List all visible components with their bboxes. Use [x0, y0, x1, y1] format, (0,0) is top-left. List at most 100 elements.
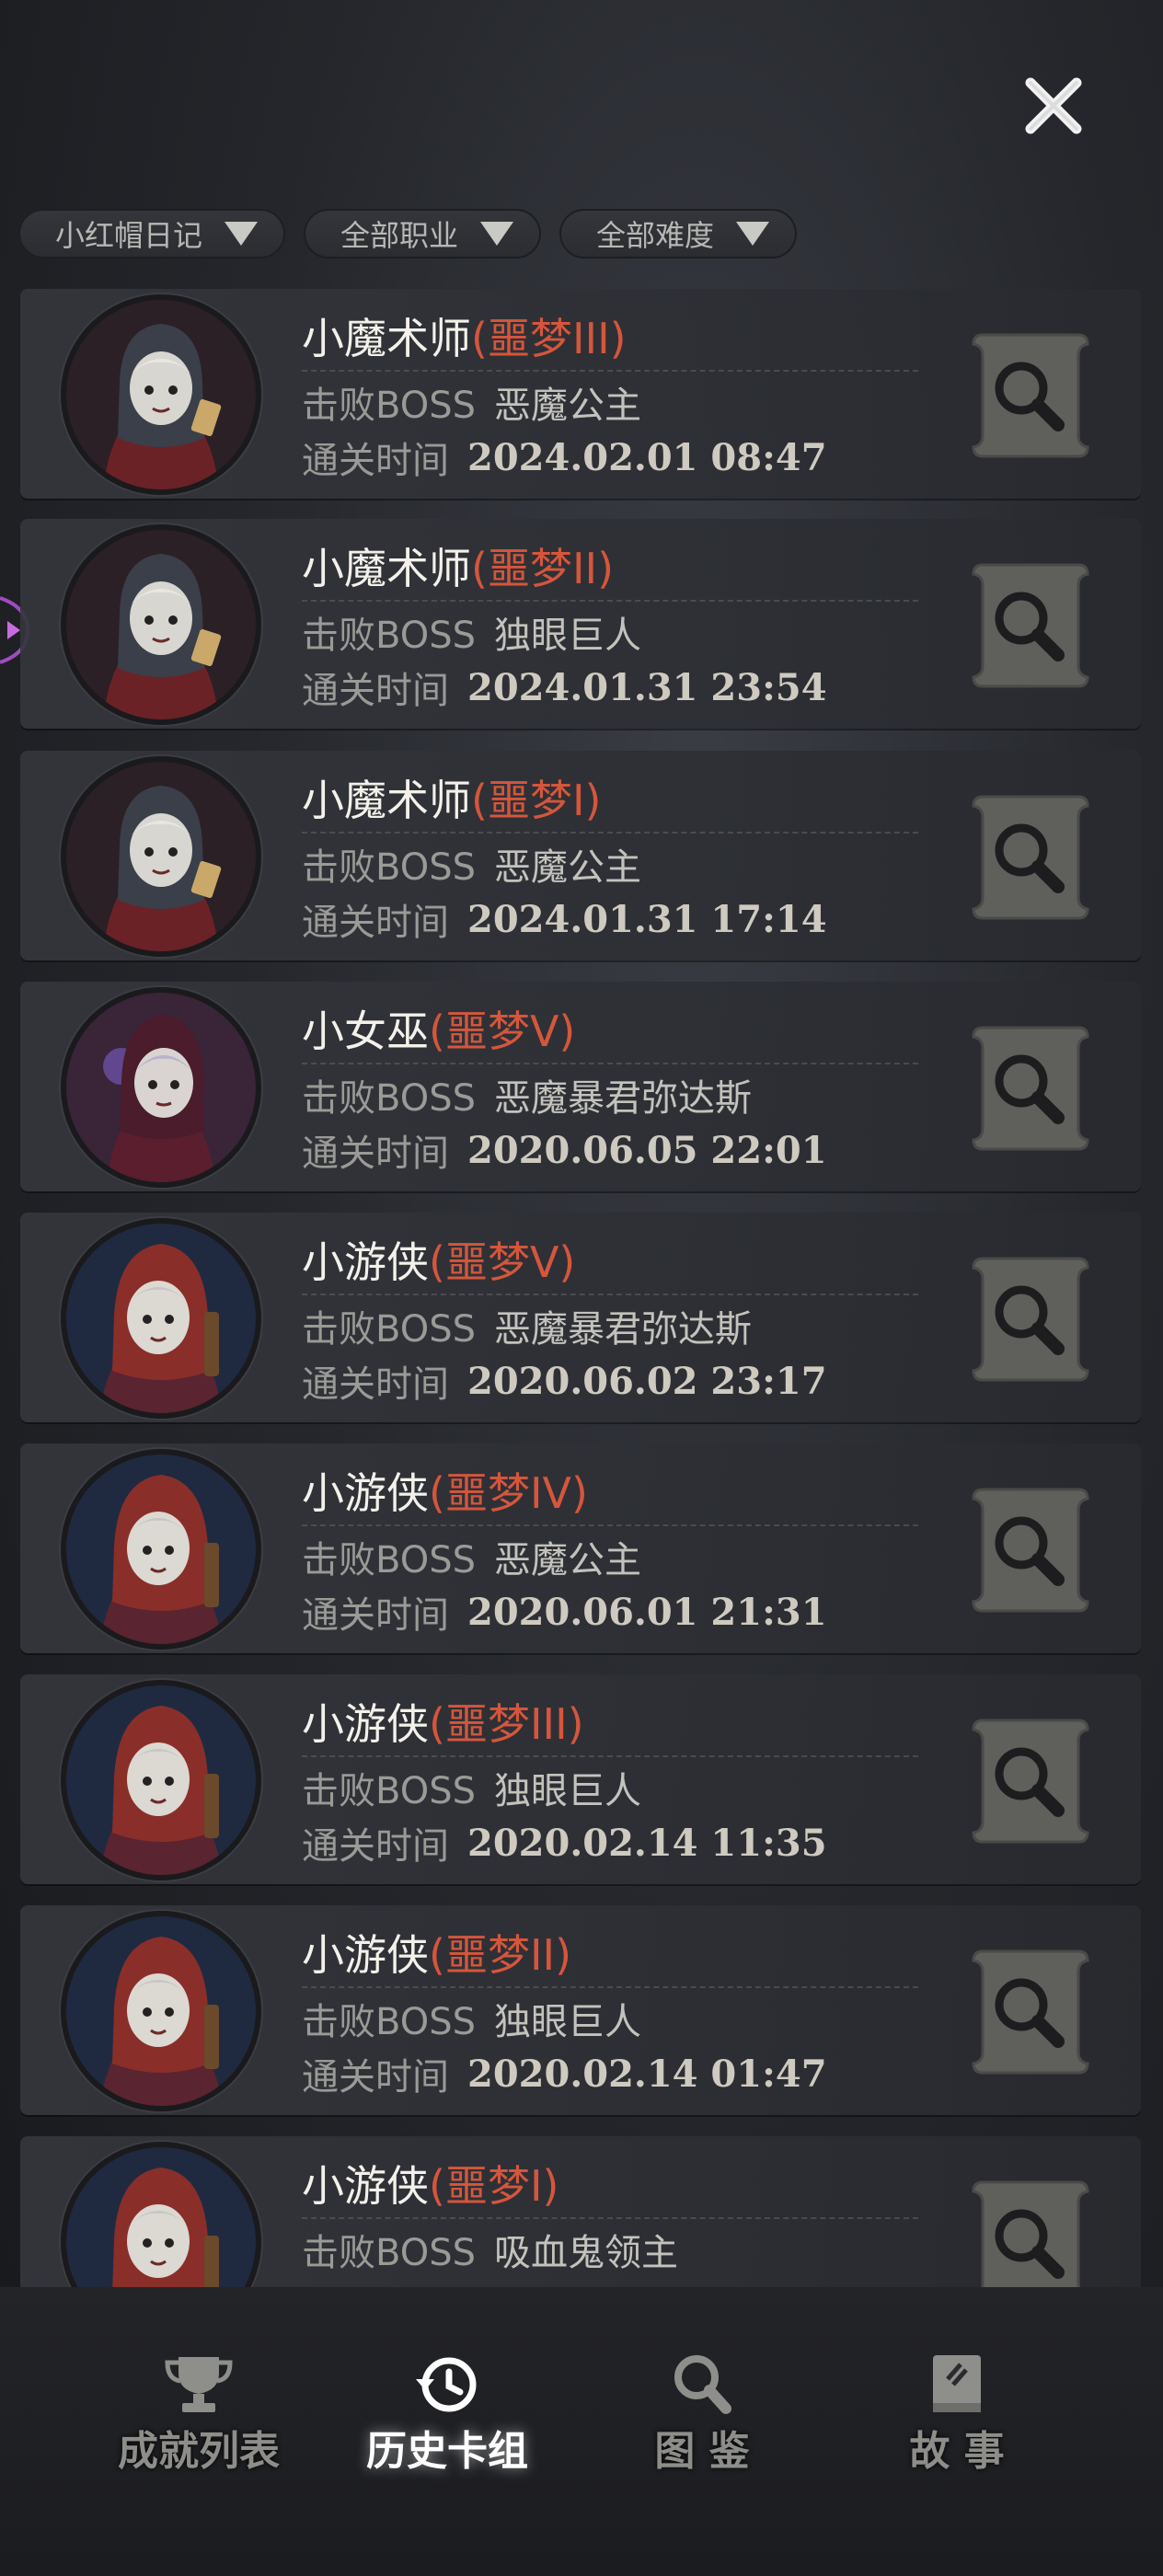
- time-line: 通关时间 2020.06.02 23:17: [302, 1356, 827, 1407]
- filter-class[interactable]: 全部职业: [304, 209, 542, 259]
- boss-line: 击败BOSS 恶魔暴君弥达斯: [302, 1301, 752, 1351]
- time-label: 通关时间: [302, 1363, 449, 1406]
- clear-time: 2020.06.05 22:01: [467, 1128, 827, 1172]
- avatar: [66, 300, 256, 489]
- divider: [302, 370, 918, 372]
- class-name: 小游侠: [302, 1237, 429, 1287]
- nav-label: 故 事: [909, 2428, 1005, 2475]
- time-label: 通关时间: [302, 2056, 449, 2099]
- card-title: 小女巫 (噩梦V): [302, 1000, 575, 1057]
- time-label: 通关时间: [302, 1133, 449, 1175]
- view-deck-button[interactable]: [961, 1251, 1097, 1387]
- divider: [302, 1755, 918, 1757]
- class-name: 小魔术师: [302, 776, 471, 825]
- difficulty-label: (噩梦III): [471, 314, 627, 363]
- difficulty-label: (噩梦II): [429, 1930, 572, 1980]
- time-label: 通关时间: [302, 902, 449, 944]
- magnifier-icon: [972, 333, 1089, 458]
- divider: [302, 1986, 918, 1988]
- view-deck-button[interactable]: [961, 558, 1097, 694]
- view-deck-button[interactable]: [961, 789, 1097, 926]
- filter-label: 小红帽日记: [55, 218, 203, 253]
- boss-name: 恶魔公主: [494, 1539, 642, 1581]
- boss-label: 击败BOSS: [302, 1770, 477, 1812]
- boss-name: 恶魔公主: [494, 385, 642, 427]
- history-card: 小游侠 (噩梦III) 击败BOSS 独眼巨人 通关时间 2020.02.14 11:…: [20, 1674, 1141, 1884]
- ranger-portrait-icon: [66, 1685, 256, 1875]
- boss-label: 击败BOSS: [302, 1539, 477, 1581]
- divider: [302, 2217, 918, 2219]
- clear-time: 2020.02.14 01:47: [467, 2052, 827, 2096]
- divider: [302, 1063, 918, 1064]
- view-deck-button[interactable]: [961, 328, 1097, 464]
- divider: [302, 832, 918, 834]
- difficulty-label: (噩梦I): [429, 2161, 559, 2211]
- difficulty-label: (噩梦I): [471, 776, 602, 825]
- view-deck-button[interactable]: [961, 2175, 1097, 2287]
- ranger-portrait-icon: [66, 1224, 256, 1413]
- boss-label: 击败BOSS: [302, 1077, 477, 1120]
- boss-line: 击败BOSS 恶魔暴君弥达斯: [302, 1070, 752, 1120]
- nav-label: 成就列表: [118, 2428, 280, 2475]
- nav-achievements[interactable]: 成就列表: [88, 2352, 309, 2480]
- magnifier-icon: [972, 1949, 1089, 2075]
- divider: [302, 1524, 918, 1526]
- nav-codex[interactable]: 图 鉴: [592, 2352, 812, 2480]
- difficulty-label: (噩梦II): [471, 544, 615, 593]
- close-button[interactable]: [1012, 64, 1095, 147]
- magician-portrait-icon: [66, 762, 256, 951]
- view-deck-button[interactable]: [961, 1482, 1097, 1618]
- magnifier-icon: [674, 2355, 731, 2414]
- magnifier-icon: [972, 1257, 1089, 1382]
- time-line: 通关时间 2024.01.31 23:54: [302, 662, 827, 713]
- card-title: 小游侠 (噩梦III): [302, 1693, 584, 1750]
- avatar: [66, 993, 256, 1182]
- view-deck-button[interactable]: [961, 1944, 1097, 2080]
- difficulty-label: (噩梦IV): [429, 1468, 588, 1518]
- divider: [302, 1294, 918, 1295]
- avatar: [66, 530, 256, 719]
- ranger-portrait-icon: [66, 1916, 256, 2106]
- view-deck-button[interactable]: [961, 1020, 1097, 1156]
- nav-label: 图 鉴: [654, 2428, 750, 2475]
- class-name: 小魔术师: [302, 544, 471, 593]
- history-card: 小游侠 (噩梦IV) 击败BOSS 恶魔公主 通关时间 2020.06.01 21:3…: [20, 1443, 1141, 1653]
- time-line: 通关时间 2020.06.01 21:31: [302, 1587, 827, 1638]
- filter-diary[interactable]: 小红帽日记: [18, 209, 286, 259]
- history-card: 小游侠 (噩梦I) 击败BOSS 吸血鬼领主: [20, 2136, 1141, 2287]
- boss-label: 击败BOSS: [302, 2232, 477, 2274]
- avatar: [66, 762, 256, 951]
- history-icon: [416, 2357, 477, 2412]
- time-label: 通关时间: [302, 1594, 449, 1637]
- history-card: 小魔术师 (噩梦II) 击败BOSS 独眼巨人 通关时间 2024.01.31 23:…: [20, 519, 1141, 729]
- history-list[interactable]: 小魔术师 (噩梦III) 击败BOSS 恶魔公主 通关时间 2024.02.01 08…: [20, 289, 1141, 2287]
- nav-label: 历史卡组: [366, 2428, 528, 2475]
- boss-line: 击败BOSS 独眼巨人: [302, 1763, 641, 1812]
- filter-label: 全部职业: [340, 218, 459, 253]
- time-line: 通关时间 2020.06.05 22:01: [302, 1125, 827, 1176]
- boss-name: 独眼巨人: [494, 2001, 642, 2043]
- boss-line: 击败BOSS 独眼巨人: [302, 1994, 641, 2043]
- magnifier-icon: [972, 1026, 1089, 1151]
- time-line: 通关时间 2020.02.14 11:35: [302, 1818, 827, 1869]
- history-card: 小女巫 (噩梦V) 击败BOSS 恶魔暴君弥达斯 通关时间 2020.06.05 22…: [20, 982, 1141, 1191]
- boss-name: 恶魔暴君弥达斯: [494, 1308, 753, 1351]
- avatar: [66, 1224, 256, 1413]
- close-icon: [1025, 77, 1082, 134]
- card-title: 小魔术师 (噩梦II): [302, 537, 614, 594]
- view-deck-button[interactable]: [961, 1713, 1097, 1849]
- nav-history-deck[interactable]: 历史卡组: [337, 2352, 558, 2480]
- time-label: 通关时间: [302, 1825, 449, 1868]
- boss-line: 击败BOSS 独眼巨人: [302, 607, 641, 657]
- difficulty-label: (噩梦V): [429, 1237, 576, 1287]
- filter-label: 全部难度: [596, 218, 715, 253]
- class-name: 小游侠: [302, 1468, 429, 1518]
- divider: [302, 600, 918, 602]
- boss-label: 击败BOSS: [302, 2001, 477, 2043]
- boss-line: 击败BOSS 恶魔公主: [302, 377, 641, 427]
- class-name: 小游侠: [302, 1699, 429, 1749]
- filter-difficulty[interactable]: 全部难度: [559, 209, 798, 259]
- card-title: 小魔术师 (噩梦I): [302, 769, 601, 826]
- nav-story[interactable]: 故 事: [846, 2352, 1067, 2480]
- card-title: 小游侠 (噩梦V): [302, 1231, 575, 1288]
